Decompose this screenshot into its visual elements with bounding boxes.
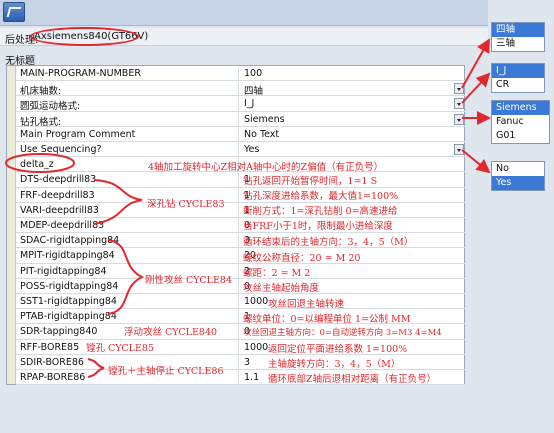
arc-format-options-list: I_J CR: [491, 63, 545, 93]
property-value[interactable]: Yes: [238, 143, 465, 157]
property-row[interactable]: Main Program Comment No Text: [16, 127, 465, 142]
annotation-delta-z: 4轴加工旋转中心Z相对A轴中心时的Z偏值（有正负号）: [148, 162, 384, 173]
property-row[interactable]: 圆弧运动格式: I_J: [16, 97, 465, 113]
option-item[interactable]: Fanuc: [492, 115, 549, 129]
property-value-text: 1.1: [244, 372, 260, 383]
option-item[interactable]: Siemens: [492, 101, 549, 115]
annotation-rpap: 循环底部Z轴后退相对距离（有正负号）: [268, 374, 437, 385]
sequencing-options-list: No Yes: [491, 161, 545, 191]
property-value-text: Siemens: [244, 113, 285, 125]
option-item[interactable]: 三轴: [492, 37, 544, 51]
annotation-frf: 钻孔深度进给系数，最大值1=100%: [243, 191, 399, 202]
option-item[interactable]: 四轴: [492, 23, 544, 37]
property-value-text: 3: [244, 356, 251, 368]
annotation-bore86: 镗孔＋主轴停止 CYCLE86: [108, 366, 224, 377]
property-row[interactable]: 机床轴数: 四轴: [16, 82, 465, 98]
property-key: Main Program Comment: [20, 128, 136, 140]
annotation-poss: 攻丝主轴起始角度: [243, 283, 320, 294]
property-key: 圆弧运动格式:: [20, 101, 81, 113]
property-value[interactable]: 四轴: [238, 82, 465, 98]
annotation-ptab: 螺纹单位：0=以编程单位 1=公制 MM: [243, 314, 411, 325]
toolbar: [0, 0, 488, 26]
property-key: SST1-rigidtapping84: [20, 296, 117, 307]
property-key: Use Sequencing?: [20, 144, 102, 155]
property-row[interactable]: 钻孔格式: Siemens: [16, 112, 465, 128]
property-key: MAIN-PROGRAM-NUMBER: [20, 68, 141, 79]
property-key: 机床轴数:: [20, 86, 62, 98]
drill-format-options-list: Siemens Fanuc G01: [491, 100, 550, 144]
property-key: DTS-deepdrill83: [20, 174, 97, 186]
annotation-sdir: 主轴旋转方向：3，4，5（M）: [268, 359, 401, 370]
annotation-rigid-tap: 刚性攻丝 CYCLE84: [145, 275, 232, 286]
arrow-arc: [461, 72, 491, 104]
annotation-vari: 断削方式：1=深孔钻削 0=高速进给: [243, 206, 398, 217]
option-item[interactable]: Yes: [492, 176, 544, 190]
property-value[interactable]: No Text: [238, 127, 465, 141]
annotation-mdep: 当FRF小于1时，限制最小进给深度: [243, 221, 393, 232]
property-value-text: I_J: [244, 98, 255, 110]
property-value-text: Yes: [244, 144, 260, 155]
property-row[interactable]: POSS-rigidtapping84 0: [16, 279, 465, 294]
option-item[interactable]: G01: [492, 129, 549, 143]
arrow-seq: [461, 149, 491, 174]
annotation-bore85: 镗孔 CYCLE85: [86, 343, 154, 354]
annotation-deep-drill: 深孔钻 CYCLE83: [147, 199, 225, 210]
property-value-text: 四轴: [244, 86, 264, 98]
property-row[interactable]: PIT-rigidtapping84 2: [16, 264, 465, 279]
annotation-dts: 钻孔返回开始暂停时间，1=1 S: [243, 176, 378, 187]
property-key: 钻孔格式:: [20, 116, 62, 128]
chevron-down-icon[interactable]: [454, 83, 464, 95]
option-item[interactable]: No: [492, 162, 544, 176]
property-value[interactable]: Siemens: [238, 112, 465, 126]
property-value-text: 1000: [244, 341, 269, 353]
property-value[interactable]: I_J: [238, 97, 465, 111]
property-row[interactable]: MAIN-PROGRAM-NUMBER 100: [16, 67, 465, 82]
property-value-text: 100: [244, 68, 263, 79]
property-key: PTAB-rigidtapping84: [20, 311, 117, 323]
annotation-sdac: 循环结束后的主轴方向：3，4，5（M）: [243, 237, 414, 248]
chevron-down-icon[interactable]: [454, 113, 464, 125]
option-item[interactable]: CR: [492, 78, 544, 92]
property-key: MDEP-deepdrill83: [20, 220, 105, 231]
property-value-text: No Text: [244, 128, 280, 140]
property-key: MPIT-rigidtapping84: [20, 250, 115, 262]
annotation-sst1: 攻丝回退主轴转速: [268, 299, 345, 310]
app-icon[interactable]: [3, 2, 25, 22]
arrow-axes: [461, 38, 490, 89]
property-value[interactable]: 100: [238, 67, 465, 81]
highlight-circle: [30, 27, 139, 46]
annotation-sdr: 攻丝回退主轴方向：0=自动逆转方向 3=M3 4=M4: [243, 328, 442, 338]
property-row[interactable]: Use Sequencing? Yes: [16, 143, 465, 158]
property-row[interactable]: DTS-deepdrill83 1: [16, 173, 465, 188]
annotation-pit: 螺距：2 = M 2: [243, 268, 311, 279]
property-row[interactable]: MPIT-rigidtapping84 20: [16, 249, 465, 264]
property-row[interactable]: SST1-rigidtapping84 1000: [16, 295, 465, 310]
option-item[interactable]: I_J: [492, 64, 544, 78]
annotation-mpit: 螺纹公称直径：20 = M 20: [243, 253, 361, 264]
chevron-down-icon[interactable]: [454, 98, 464, 110]
chevron-down-icon[interactable]: [454, 144, 464, 155]
grid-gutter: [7, 66, 16, 384]
axes-options-list: 四轴 三轴: [491, 22, 545, 52]
annotation-rff: 返回定位平面进给系数 1=100%: [268, 344, 408, 355]
annotation-float-tap: 浮动攻丝 CYCLE840: [124, 327, 218, 338]
property-key: SDAC-rigidtapping84: [20, 235, 120, 247]
property-row[interactable]: MDEP-deepdrill83 0: [16, 219, 465, 234]
property-value-text: 1000: [244, 296, 269, 307]
